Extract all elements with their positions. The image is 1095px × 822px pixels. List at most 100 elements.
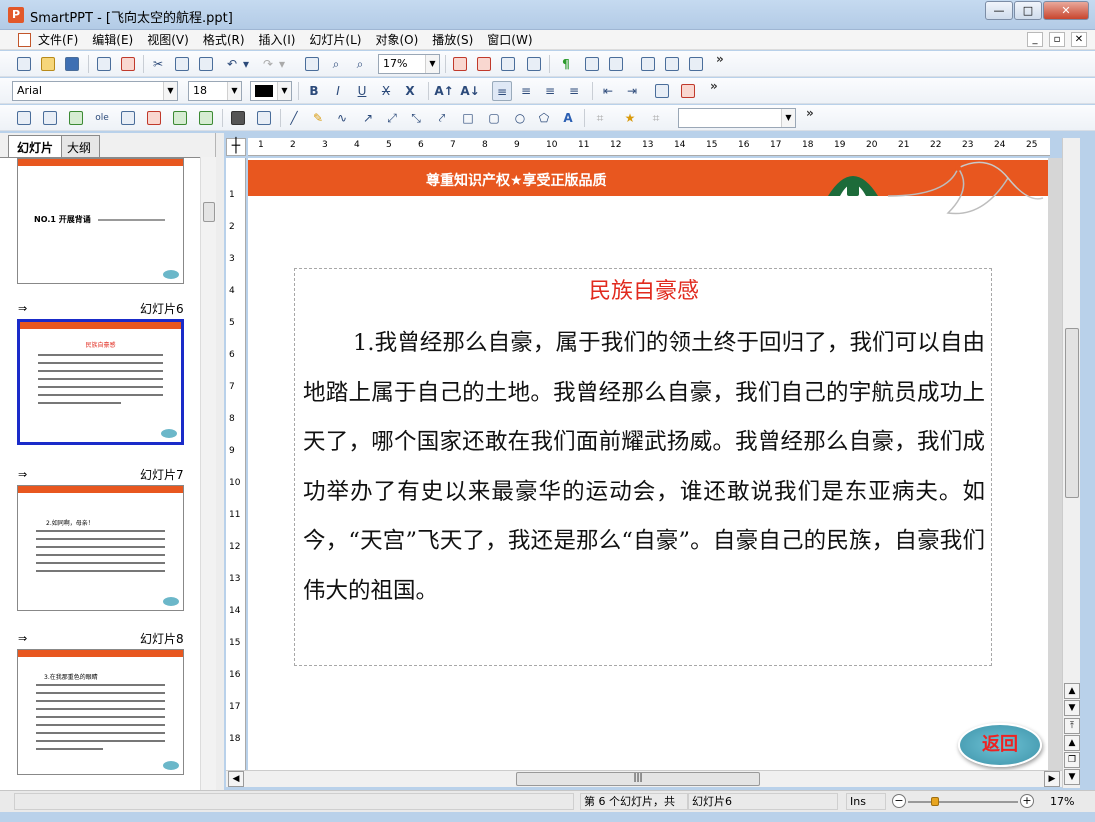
menu-window[interactable]: 窗口(W) [487,32,532,48]
zoom-slider[interactable] [908,801,1018,803]
rounded-rectangle-icon[interactable]: ▢ [484,108,504,128]
redo-icon[interactable]: ↷ [258,54,278,74]
increase-indent-icon[interactable]: ⇥ [622,81,642,101]
first-slide-icon[interactable]: ⤒ [1064,718,1080,734]
slide-canvas[interactable]: 尊重知识产权★享受正版品质 民族自豪感 1.我曾经那么自豪，属于我们的领土终于回… [248,158,1048,770]
fit-page-icon[interactable] [302,54,322,74]
shapes-icon[interactable]: ⬠ [534,108,554,128]
font-size-select[interactable]: 18 ▼ [188,81,242,101]
film-icon[interactable] [228,108,248,128]
elbow-connector-icon[interactable]: ⤡ [406,108,426,128]
table-icon[interactable] [40,108,60,128]
print-icon[interactable] [94,54,114,74]
new-file-icon[interactable] [14,54,34,74]
text-box[interactable]: 民族自豪感 1.我曾经那么自豪，属于我们的领土终于回归了，我们可以自由地踏上属于… [294,268,992,666]
bullet-list-icon[interactable] [652,81,672,101]
slide-view-icon[interactable]: ❐ [1064,752,1080,768]
text-frame-icon[interactable] [144,108,164,128]
italic-button[interactable]: I [328,81,348,101]
scroll-up-icon[interactable]: ▲ [1064,683,1080,699]
menu-file[interactable]: 文件(F) [38,32,78,48]
ruler-corner[interactable]: ┼ [226,138,246,156]
picture-frame-icon[interactable] [196,108,216,128]
tab-outline[interactable]: 大纲 [58,135,101,157]
find-icon[interactable]: ⌕ [350,54,370,74]
horizontal-scrollbar[interactable]: ◀ ||| ▶ [226,770,1062,787]
font-select[interactable]: Arial ▼ [12,81,178,101]
crop-icon[interactable]: ⌗ [590,108,610,128]
scroll-left-icon[interactable]: ◀ [228,771,244,787]
menu-view[interactable]: 视图(V) [147,32,189,48]
zoom-icon[interactable]: ⌕ [326,54,346,74]
formula-icon[interactable] [118,108,138,128]
grow-font-icon[interactable]: A↑ [434,81,454,101]
decrease-indent-icon[interactable]: ⇤ [598,81,618,101]
object-insert-icon[interactable] [686,54,706,74]
menu-format[interactable]: 格式(R) [203,32,245,48]
rectangle-tool-icon[interactable]: □ [458,108,478,128]
frame-icon[interactable] [170,108,190,128]
zoom-out-button[interactable]: − [892,794,906,808]
arrow-tool-icon[interactable]: ↗ [358,108,378,128]
menu-edit[interactable]: 编辑(E) [92,32,133,48]
paragraph-mark-icon[interactable]: ¶ [556,54,576,74]
toolbar-overflow-icon[interactable]: » [806,106,814,120]
redo-dropdown-icon[interactable]: ▾ [276,54,288,74]
underline-button[interactable]: U [352,81,372,101]
toolbar-overflow-icon[interactable]: » [716,52,724,66]
menu-slide[interactable]: 幻灯片(L) [309,32,361,48]
align-left-icon[interactable]: ≡ [492,81,512,101]
wordart-insert-icon[interactable]: A [558,108,578,128]
clear-format-button[interactable]: X [400,81,420,101]
tab-slides[interactable]: 幻灯片 [8,135,63,157]
zoom-slider-handle[interactable] [931,797,939,806]
minimize-button[interactable]: — [985,1,1013,20]
menu-object[interactable]: 对象(O) [375,32,418,48]
menu-insert[interactable]: 插入(I) [259,32,296,48]
undo-icon[interactable]: ↶ [222,54,242,74]
scrollbar-thumb[interactable]: ||| [516,772,760,786]
style-select[interactable]: ▼ [678,108,796,128]
ole-object-icon[interactable]: ole [92,108,112,128]
undo-dropdown-icon[interactable]: ▾ [240,54,252,74]
scrollbar-thumb[interactable] [203,202,215,222]
save-icon[interactable] [62,54,82,74]
toolbar-overflow-icon[interactable]: » [710,79,718,93]
slide-thumbnail[interactable]: NO.1 开展背诵 [17,158,184,284]
doc-restore-button[interactable]: ▫ [1049,32,1065,47]
doc-close-button[interactable]: ✕ [1071,32,1087,47]
open-folder-icon[interactable] [38,54,58,74]
scroll-right-icon[interactable]: ▶ [1044,771,1060,787]
strikethrough-button[interactable]: X [376,81,396,101]
bold-button[interactable]: B [304,81,324,101]
maximize-button[interactable]: □ [1014,1,1042,20]
pencil-tool-icon[interactable]: ✎ [308,108,328,128]
scroll-down-icon[interactable]: ▼ [1064,700,1080,716]
curved-connector-icon[interactable]: ⤤ [432,108,452,128]
pdf-export-icon[interactable] [118,54,138,74]
slide-thumbnail[interactable]: 3.在我那重色的眼睛 [17,649,184,775]
zoom-select[interactable]: 17% ▼ [378,54,440,74]
image-icon[interactable] [66,108,86,128]
align-right-icon[interactable]: ≡ [540,81,560,101]
doc-minimize-button[interactable]: _ [1027,32,1043,47]
select-frame-icon[interactable] [14,108,34,128]
spellcheck-icon[interactable] [582,54,602,74]
justify-icon[interactable]: ≡ [564,81,584,101]
vertical-scrollbar[interactable]: ▲ ▼ ⤒ ▲ ❐ ▼ [1062,138,1080,788]
document-icon[interactable] [18,33,31,47]
next-slide-icon[interactable]: ▼ [1064,769,1080,785]
curve-tool-icon[interactable]: ∿ [332,108,352,128]
connector-tool-icon[interactable]: ⤢ [382,108,402,128]
wordart-icon[interactable] [474,54,494,74]
align-center-icon[interactable]: ≡ [516,81,536,101]
numbered-list-icon[interactable] [678,81,698,101]
zoom-in-button[interactable]: + [1020,794,1034,808]
list-icon[interactable] [498,54,518,74]
group-icon[interactable] [254,108,274,128]
color-select[interactable]: ▼ [250,81,292,101]
chart-icon[interactable] [606,54,626,74]
shrink-font-icon[interactable]: A↓ [460,81,480,101]
textbox-insert-icon[interactable] [638,54,658,74]
star-effect-icon[interactable]: ★ [620,108,640,128]
